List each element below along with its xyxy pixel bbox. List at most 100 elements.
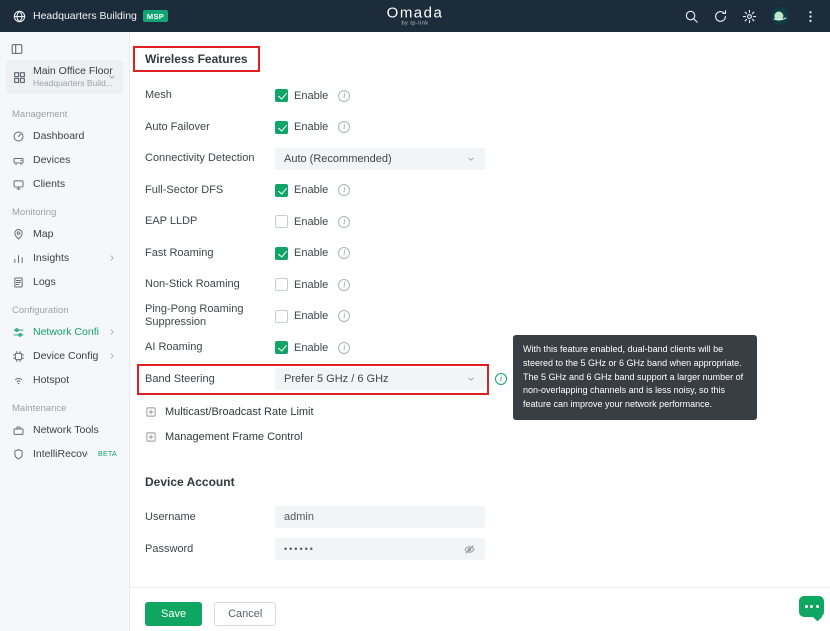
nav-section-monitoring: Monitoring xyxy=(0,196,129,222)
sidebar: Main Office Floor Headquarters Build... … xyxy=(0,32,130,631)
hotspot-icon xyxy=(12,374,25,387)
collapse-sidebar-icon[interactable] xyxy=(10,42,24,56)
username-row: Username admin xyxy=(145,501,815,533)
footer-divider xyxy=(130,587,830,588)
setting-label: Fast Roaming xyxy=(145,247,275,260)
omada-logo: Omada by tp-link xyxy=(387,5,444,27)
sidebar-item-network-config[interactable]: Network Config xyxy=(0,320,129,344)
sidebar-item-logs[interactable]: Logs xyxy=(0,270,129,294)
select-value: Auto (Recommended) xyxy=(284,153,392,165)
info-icon[interactable]: i xyxy=(338,216,350,228)
tools-icon xyxy=(12,424,25,437)
info-icon[interactable]: i xyxy=(338,90,350,102)
user-avatar[interactable] xyxy=(771,7,789,25)
chevron-right-icon xyxy=(107,327,117,337)
mesh-checkbox[interactable] xyxy=(275,89,288,102)
ping-pong-roaming-suppression-checkbox[interactable] xyxy=(275,310,288,323)
info-icon[interactable]: i xyxy=(338,184,350,196)
sidebar-item-label: Device Config xyxy=(33,350,98,362)
select-value: Prefer 5 GHz / 6 GHz xyxy=(284,373,389,385)
enable-label: Enable xyxy=(294,310,328,322)
device-icon xyxy=(12,350,25,363)
setting-row-full-sector-dfs: Full-Sector DFSEnablei xyxy=(145,175,815,207)
settings-gear-icon[interactable] xyxy=(742,9,757,24)
setting-label: Mesh xyxy=(145,89,275,102)
eap-lldp-checkbox[interactable] xyxy=(275,215,288,228)
sidebar-item-label: IntelliRecover xyxy=(33,448,88,460)
setting-row-connectivity-detection: Connectivity Detection Auto (Recommended) xyxy=(145,143,815,175)
info-icon[interactable]: i xyxy=(338,310,350,322)
refresh-icon[interactable] xyxy=(713,9,728,24)
wireless-features-highlight-box: Wireless Features xyxy=(133,46,260,72)
info-icon[interactable]: i xyxy=(338,121,350,133)
info-icon[interactable]: i xyxy=(338,342,350,354)
logs-icon xyxy=(12,276,25,289)
info-icon[interactable]: i xyxy=(338,247,350,259)
sidebar-item-label: Map xyxy=(33,228,53,240)
password-label: Password xyxy=(145,543,275,556)
search-icon[interactable] xyxy=(684,9,699,24)
enable-label: Enable xyxy=(294,279,328,291)
sidebar-item-map[interactable]: Map xyxy=(0,222,129,246)
password-row: Password •••••• xyxy=(145,533,815,565)
auto-failover-checkbox[interactable] xyxy=(275,121,288,134)
username-input[interactable]: admin xyxy=(275,506,485,528)
sidebar-item-insights[interactable]: Insights xyxy=(0,246,129,270)
ai-roaming-checkbox[interactable] xyxy=(275,341,288,354)
org-name: Headquarters Building xyxy=(33,10,137,22)
insights-icon xyxy=(12,252,25,265)
setting-label: Ping-Pong Roaming Suppression xyxy=(145,303,275,329)
non-stick-roaming-checkbox[interactable] xyxy=(275,278,288,291)
sidebar-item-label: Dashboard xyxy=(33,130,84,142)
sidebar-item-intellirecover[interactable]: IntelliRecover BETA xyxy=(0,442,129,466)
enable-label: Enable xyxy=(294,216,328,228)
sidebar-item-network-tools[interactable]: Network Tools xyxy=(0,418,129,442)
sidebar-item-label: Clients xyxy=(33,178,65,190)
setting-row-fast-roaming: Fast RoamingEnablei xyxy=(145,238,815,270)
sidebar-item-devices[interactable]: Devices xyxy=(0,148,129,172)
sidebar-item-clients[interactable]: Clients xyxy=(0,172,129,196)
msp-badge: MSP xyxy=(143,10,168,22)
full-sector-dfs-checkbox[interactable] xyxy=(275,184,288,197)
sidebar-item-dashboard[interactable]: Dashboard xyxy=(0,124,129,148)
devices-icon xyxy=(12,154,25,167)
expand-plus-icon xyxy=(145,431,157,443)
expander-label: Multicast/Broadcast Rate Limit xyxy=(165,406,314,418)
logo-text: Omada xyxy=(387,5,444,20)
connectivity-detection-select[interactable]: Auto (Recommended) xyxy=(275,148,485,170)
more-menu-icon[interactable] xyxy=(803,9,818,24)
setting-row-eap-lldp: EAP LLDPEnablei xyxy=(145,206,815,238)
info-icon[interactable]: i xyxy=(338,279,350,291)
map-icon xyxy=(12,228,25,241)
fast-roaming-checkbox[interactable] xyxy=(275,247,288,260)
logo-subtext: by tp-link xyxy=(387,21,444,27)
cancel-button[interactable]: Cancel xyxy=(214,602,276,626)
setting-label: Non-Stick Roaming xyxy=(145,278,275,291)
sidebar-nav: ManagementDashboardDevicesClientsMonitor… xyxy=(0,98,129,466)
save-button[interactable]: Save xyxy=(145,602,202,626)
sidebar-item-device-config[interactable]: Device Config xyxy=(0,344,129,368)
sidebar-item-hotspot[interactable]: Hotspot xyxy=(0,368,129,392)
globe-icon xyxy=(12,9,27,24)
setting-row-mesh: MeshEnablei xyxy=(145,80,815,112)
password-input[interactable]: •••••• xyxy=(275,538,485,560)
chat-bubble-button[interactable] xyxy=(799,596,824,617)
site-name: Main Office Floor xyxy=(33,65,113,77)
enable-label: Enable xyxy=(294,121,328,133)
setting-label: Full-Sector DFS xyxy=(145,184,275,197)
expander-management-frame-control[interactable]: Management Frame Control xyxy=(145,424,815,449)
network-icon xyxy=(12,326,25,339)
setting-label: Connectivity Detection xyxy=(145,152,275,165)
site-selector[interactable]: Main Office Floor Headquarters Build... xyxy=(6,60,123,94)
beta-badge: BETA xyxy=(98,451,117,458)
org-selector[interactable]: Headquarters Building MSP xyxy=(12,9,168,24)
nav-section-configuration: Configuration xyxy=(0,294,129,320)
eye-off-icon[interactable] xyxy=(463,543,476,556)
dashboard-icon xyxy=(12,130,25,143)
site-icon xyxy=(12,70,27,85)
recover-icon xyxy=(12,448,25,461)
band-steering-select[interactable]: Prefer 5 GHz / 6 GHz xyxy=(275,368,485,390)
info-icon[interactable]: i xyxy=(495,373,507,385)
username-value: admin xyxy=(284,511,314,523)
chat-dots-icon xyxy=(805,605,808,608)
